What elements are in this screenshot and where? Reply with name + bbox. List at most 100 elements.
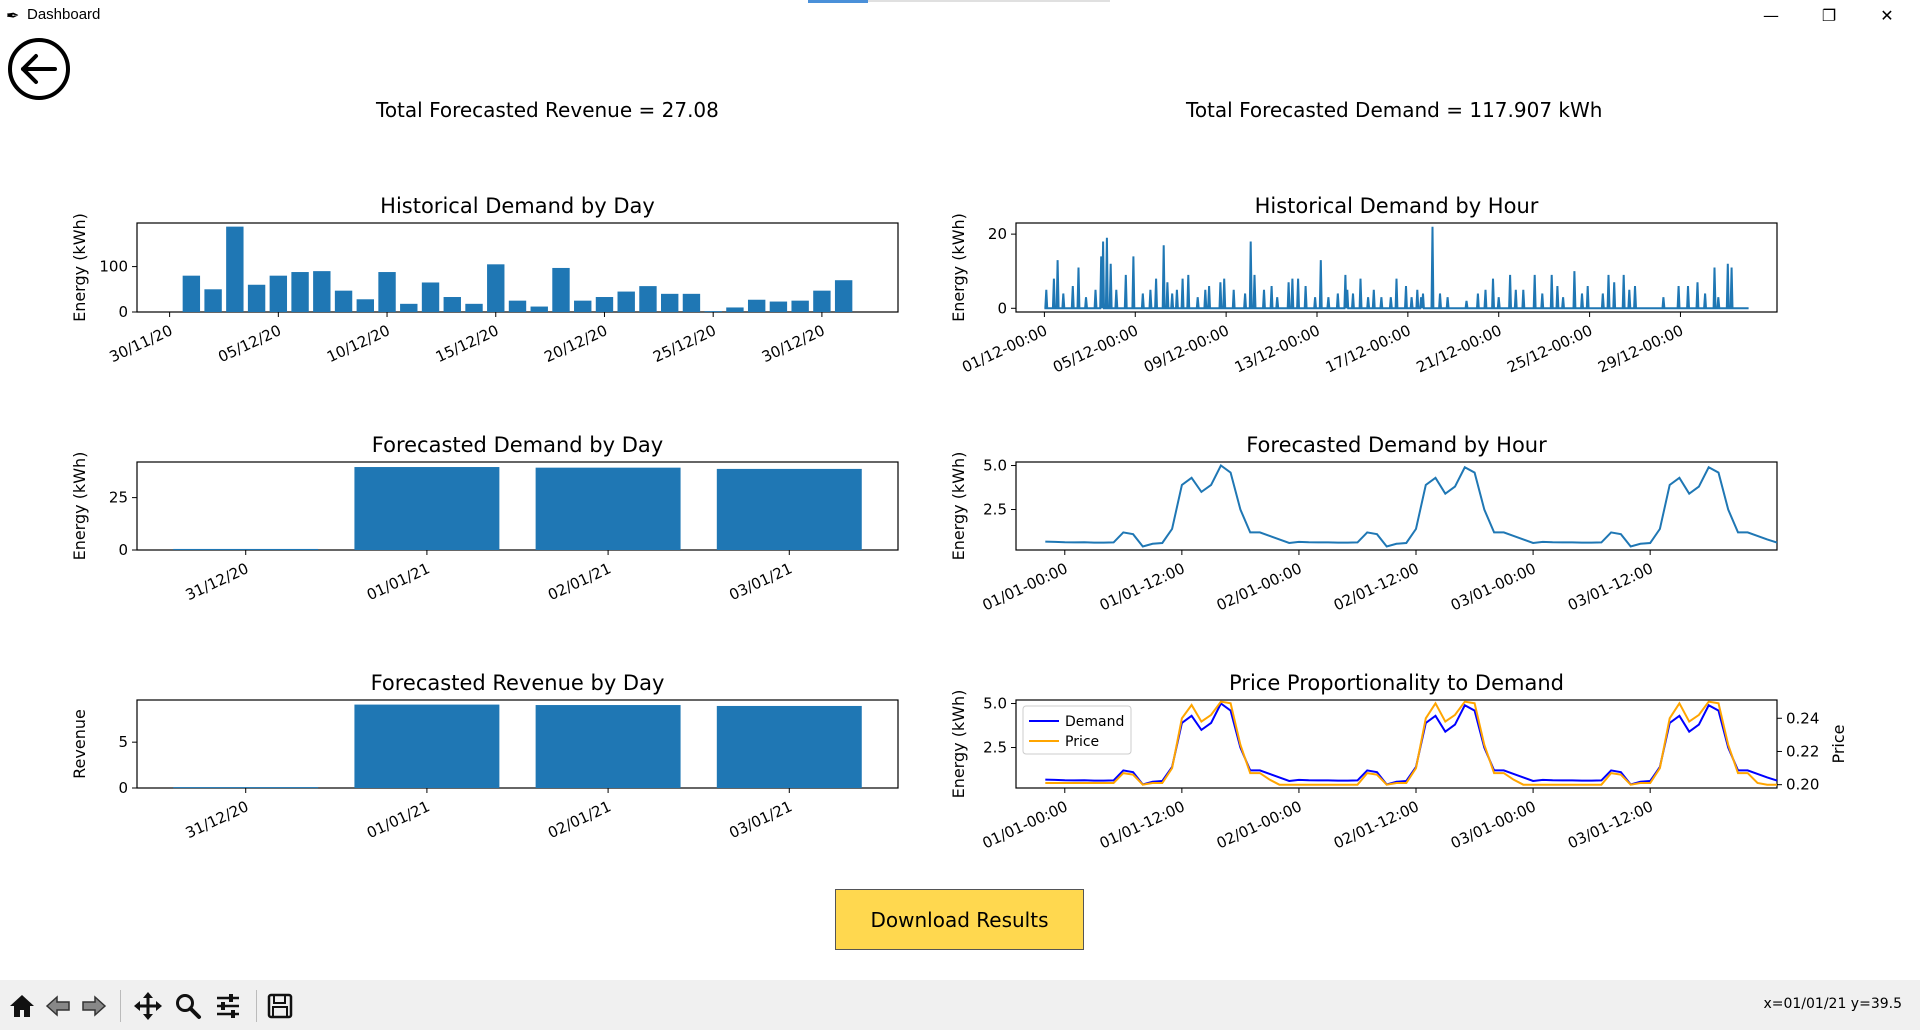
demand-line [1045,463,1778,548]
x-tick-label: 30/11/20 [107,321,176,366]
x-tick-label: 01/12-00:00 [959,321,1050,376]
y-tick-label: 0 [118,541,128,559]
toolbar-separator [256,990,257,1022]
x-tick-label: 02/01-12:00 [1331,797,1422,852]
y-tick-label: 0 [118,779,128,797]
x-tick-label: 02/01/21 [545,559,614,604]
x-tick-label: 02/01-00:00 [1214,559,1305,614]
y-tick-label: 20 [988,225,1007,243]
bar [813,290,831,312]
x-tick-label: 25/12-00:00 [1504,321,1595,376]
y-tick-label: 5 [118,733,128,751]
bar [552,267,570,312]
bar [704,311,722,312]
x-tick-label: 31/12/20 [183,559,252,604]
y-tick-label: 5.0 [983,457,1007,475]
x-tick-label: 20/12/20 [541,321,610,366]
forward-view-button[interactable] [76,988,112,1024]
demand-line [1044,226,1749,310]
chart-title: Forecasted Demand by Hour [1246,433,1547,457]
x-tick-label: 02/01/21 [545,797,614,842]
download-results-button[interactable]: Download Results [835,889,1084,950]
y-tick-label: 2.5 [983,739,1007,757]
x-tick-label: 03/01-00:00 [1448,797,1539,852]
bar [716,468,862,550]
pan-button[interactable] [130,988,166,1024]
bar [400,303,418,312]
plot-frame [1015,461,1778,551]
bar [204,289,222,312]
legend-label: Demand [1065,714,1124,730]
arrow-right-icon [82,995,107,1017]
matplotlib-toolbar: x=01/01/21 y=39.5 [0,980,1920,1030]
bar [354,467,500,550]
bar [791,300,809,312]
x-tick-label: 01/01-00:00 [980,559,1071,614]
y-tick-label: 0 [997,299,1007,317]
y-tick-label: 2.5 [983,501,1007,519]
x-tick-label: 02/01-00:00 [1214,797,1305,852]
x-tick-label: 17/12-00:00 [1323,321,1414,376]
charts-canvas: Historical Demand by Day Energy (kWh) 0 100… [70,194,1848,852]
floppy-disk-icon [267,993,293,1019]
bar [487,264,505,312]
chart-title: Forecasted Demand by Day [372,433,663,457]
bar [617,291,635,312]
chart-title: Price Proportionality to Demand [1229,671,1564,695]
bar [639,286,657,312]
bar [291,272,309,312]
bar [421,282,440,312]
bar [682,293,701,312]
x-tick-label: 02/01-12:00 [1331,559,1422,614]
x-tick-label: 15/12/20 [433,321,502,366]
y-tick-label-right: 0.22 [1786,742,1819,760]
y-tick-label: 100 [99,258,128,276]
x-tick-label: 10/12/20 [324,321,393,366]
x-tick-label: 05/12-00:00 [1050,321,1141,376]
y-axis-label-right: Price [1829,724,1848,763]
y-axis-label: Energy (kWh) [70,452,89,561]
x-tick-label: 29/12-00:00 [1595,321,1686,376]
x-tick-label: 01/01-12:00 [1097,797,1188,852]
bar [769,301,788,312]
bar [508,300,527,312]
back-view-button[interactable] [40,988,76,1024]
y-tick-label-right: 0.24 [1786,709,1819,727]
y-axis-label: Energy (kWh) [949,213,968,322]
bar [334,290,353,312]
chart-title: Historical Demand by Day [380,194,655,218]
bar [269,275,288,312]
configure-subplots-button[interactable] [210,988,246,1024]
x-tick-label: 25/12/20 [650,321,719,366]
bar [661,293,679,312]
chart-title: Historical Demand by Hour [1255,194,1539,218]
bar [226,226,244,312]
y-axis-label: Energy (kWh) [949,452,968,561]
x-tick-label: 03/01/21 [726,559,795,604]
bar [378,272,396,312]
bar [247,284,266,312]
x-tick-label: 01/01/21 [364,559,433,604]
x-tick-label: 01/01-12:00 [1097,559,1188,614]
y-tick-label: 0 [118,303,128,321]
bar [173,787,319,789]
bar [834,280,853,312]
save-figure-button[interactable] [262,988,298,1024]
x-tick-label: 03/01/21 [726,797,795,842]
bar [356,299,374,312]
y-tick-label-right: 0.20 [1786,776,1819,794]
toolbar-separator [120,990,121,1022]
x-tick-label: 01/01-00:00 [980,797,1071,852]
home-icon [10,995,34,1017]
x-tick-label: 09/12-00:00 [1141,321,1232,376]
x-tick-label: 03/01-12:00 [1565,797,1656,852]
move-icon [134,992,162,1020]
chart-title: Forecasted Revenue by Day [371,671,665,695]
bar [595,297,614,312]
x-tick-label: 30/12/20 [759,321,828,366]
home-button[interactable] [4,988,40,1024]
zoom-button[interactable] [170,988,206,1024]
x-tick-label: 03/01-00:00 [1448,559,1539,614]
bar [535,467,681,550]
x-tick-label: 05/12/20 [215,321,284,366]
